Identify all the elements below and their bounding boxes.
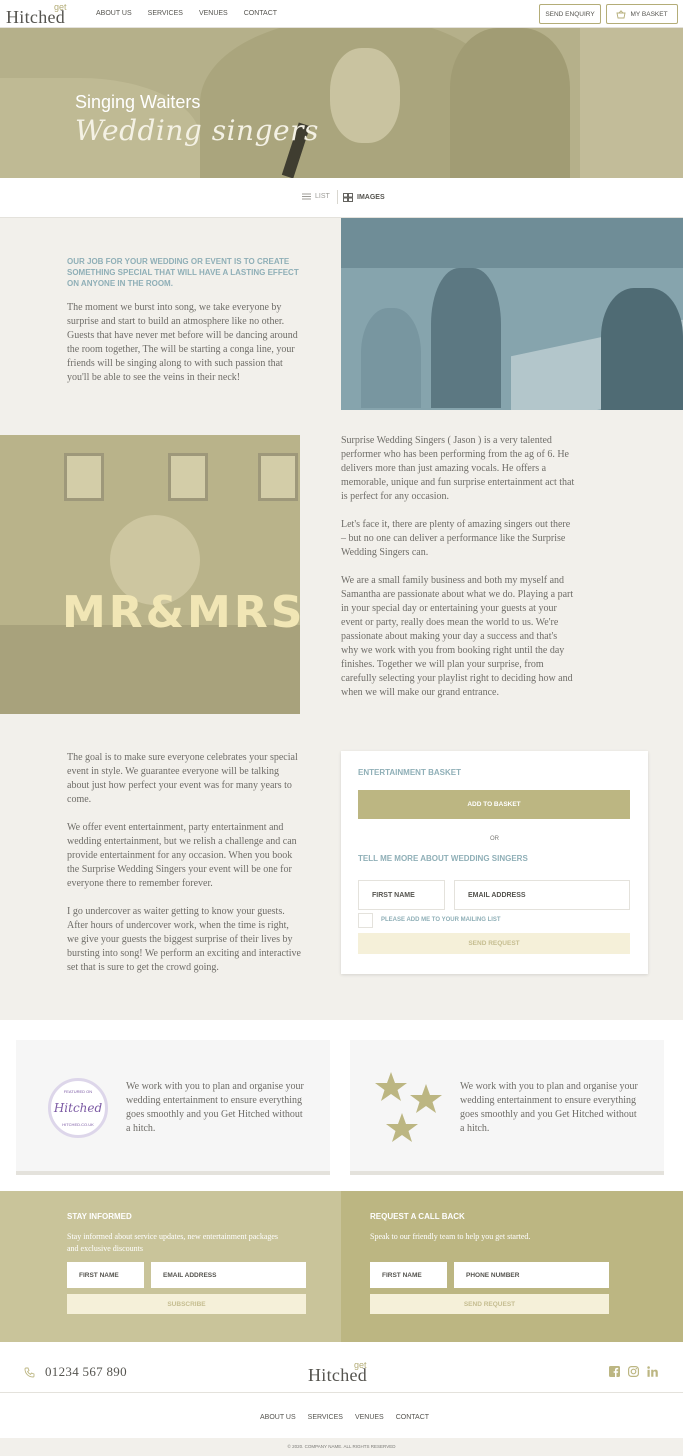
my-basket-button[interactable]: MY BASKET [606,4,678,24]
footer-nav-services[interactable]: SERVICES [308,1414,343,1421]
goal-paragraph-1: The goal is to make sure everyone celebr… [67,752,298,805]
mailing-list-label: PLEASE ADD ME TO YOUR MAILING LIST [381,917,501,923]
badge-top-text: FEATURED ON [63,1089,93,1094]
callback-first-name-field[interactable]: FIRST NAME [370,1262,447,1288]
or-divider: OR [490,836,499,842]
feature-text: We work with you to plan and organise yo… [460,1081,638,1134]
linkedin-icon[interactable] [647,1366,658,1377]
facebook-icon[interactable] [609,1366,620,1377]
email-field[interactable]: EMAIL ADDRESS [454,880,630,910]
featured-on-hitched-badge: FEATURED ON Hitched HITCHED.CO.UK [48,1078,108,1138]
goal-paragraph-3: I go undercover as waiter getting to kno… [67,906,301,973]
mr-mrs-letters: MR&MRS [62,587,300,638]
site-header: get Hitched ABOUT US SERVICES VENUES CON… [0,0,683,28]
call-back-heading: REQUEST A CALL BACK [370,1212,465,1221]
stars-icon [375,1072,442,1142]
nav-about-us[interactable]: ABOUT US [96,10,132,17]
logo[interactable]: get Hitched [6,2,78,27]
list-view-label: LIST [315,193,330,200]
nav-venues[interactable]: VENUES [199,10,228,17]
about-text: Surprise Wedding Singers ( Jason ) is a … [341,434,575,700]
features-section: FEATURED ON Hitched HITCHED.CO.UK We wor… [0,1020,683,1191]
callback-phone-field[interactable]: PHONE NUMBER [454,1262,609,1288]
footer-logo[interactable]: get Hitched [308,1360,380,1385]
phone-icon [24,1367,35,1377]
add-to-basket-button[interactable]: ADD TO BASKET [358,790,630,819]
feature-card-stars: We work with you to plan and organise yo… [350,1040,664,1175]
footer-phone[interactable]: 01234 567 890 [24,1364,127,1380]
feature-card-hitched: FEATURED ON Hitched HITCHED.CO.UK We wor… [16,1040,330,1175]
subscribe-first-name-field[interactable]: FIRST NAME [67,1262,144,1288]
enquiry-heading: TELL ME MORE ABOUT WEDDING SINGERS [358,854,528,863]
send-request-button[interactable]: SEND REQUEST [358,933,630,954]
stay-informed-subtext: Stay informed about service updates, new… [67,1232,279,1253]
subscribe-email-field[interactable]: EMAIL ADDRESS [151,1262,306,1288]
copyright: © 2020. COMPANY NAME. ALL RIGHTS RESERVE… [0,1438,683,1456]
footer-nav: ABOUT US SERVICES VENUES CONTACT [260,1414,429,1421]
first-name-field[interactable]: FIRST NAME [358,880,445,910]
view-toggle: LIST IMAGES [0,178,683,218]
about-paragraph-3: We are a small family business and both … [341,575,574,698]
badge-bottom-text: HITCHED.CO.UK [62,1122,94,1127]
my-basket-label: MY BASKET [630,10,668,18]
logo-hitched: Hitched [6,7,66,27]
footer-divider [0,1392,683,1393]
footer-logo-hitched: Hitched [308,1365,368,1385]
goal-text: The goal is to make sure everyone celebr… [67,751,301,975]
hero-banner: Singing Waiters Wedding singers [0,28,683,178]
images-view-label: IMAGES [357,194,385,201]
band-photo [341,218,683,410]
basket-icon [616,9,627,18]
footer-nav-about-us[interactable]: ABOUT US [260,1414,296,1421]
social-links [609,1366,658,1377]
intro-text: The moment we burst into song, we take e… [67,301,301,385]
grid-icon [343,193,353,202]
goal-paragraph-2: We offer event entertainment, party ente… [67,822,297,889]
main-nav: ABOUT US SERVICES VENUES CONTACT [96,10,277,17]
venue-photo: MR&MRS [0,435,300,714]
list-view-button[interactable]: LIST [302,193,330,200]
phone-number: 01234 567 890 [45,1364,127,1379]
hero-script-title: Wedding singers [75,114,319,147]
site-footer: 01234 567 890 get Hitched ABOUT US SERVI… [0,1342,683,1456]
badge-hitched-text: Hitched [53,1101,103,1115]
mailing-list-checkbox[interactable] [358,913,373,928]
list-icon [302,193,311,200]
call-back-section: REQUEST A CALL BACK Speak to our friendl… [341,1191,683,1342]
about-paragraph-2: Let's face it, there are plenty of amazi… [341,519,571,558]
hero-title: Singing Waiters [75,92,201,112]
callback-send-request-button[interactable]: SEND REQUEST [370,1294,609,1314]
feature-text: We work with you to plan and organise yo… [126,1081,304,1134]
entertainment-basket-card: ENTERTAINMENT BASKET ADD TO BASKET OR TE… [341,751,648,974]
footer-nav-contact[interactable]: CONTACT [396,1414,429,1421]
footer-nav-venues[interactable]: VENUES [355,1414,384,1421]
nav-contact[interactable]: CONTACT [244,10,277,17]
instagram-icon[interactable] [628,1366,639,1377]
call-back-subtext: Speak to our friendly team to help you g… [370,1232,531,1241]
intro-paragraph: The moment we burst into song, we take e… [67,302,298,383]
about-paragraph-1: Surprise Wedding Singers ( Jason ) is a … [341,435,575,502]
subscribe-button[interactable]: SUBSCRIBE [67,1294,306,1314]
stay-informed-heading: STAY INFORMED [67,1212,132,1221]
basket-heading: ENTERTAINMENT BASKET [358,768,461,777]
images-view-button[interactable]: IMAGES [343,193,385,202]
stay-informed-section: STAY INFORMED Stay informed about servic… [0,1191,341,1342]
nav-services[interactable]: SERVICES [148,10,183,17]
intro-heading: OUR JOB FOR YOUR WEDDING OR EVENT IS TO … [67,257,299,288]
send-enquiry-button[interactable]: SEND ENQUIRY [539,4,601,24]
